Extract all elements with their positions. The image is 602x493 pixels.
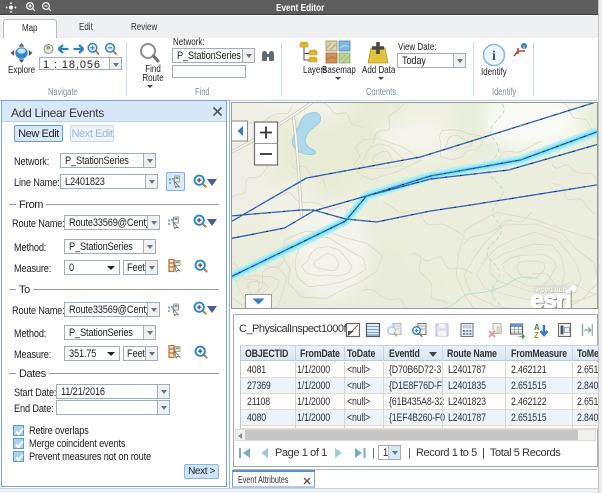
svg-text:Z: Z — [534, 331, 539, 339]
svg-text:i: i — [492, 49, 496, 64]
svg-text:esri: esri — [531, 287, 572, 308]
